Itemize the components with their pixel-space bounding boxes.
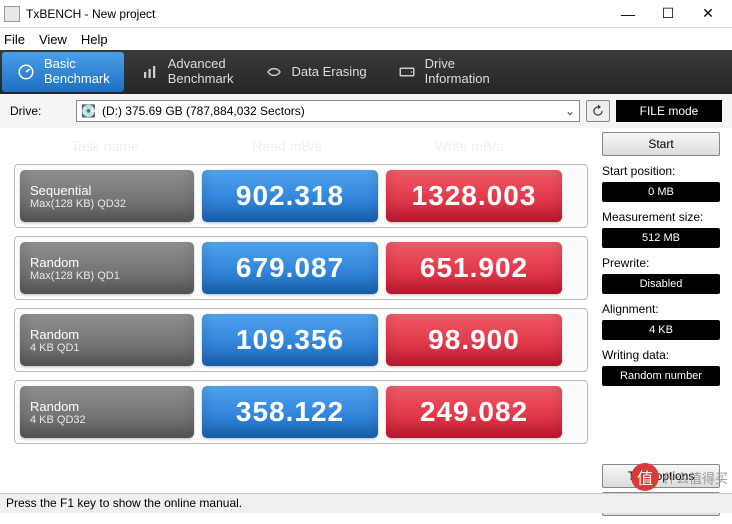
tab-bar: Basic Benchmark Advanced Benchmark Data … (0, 50, 732, 94)
read-value: 358.122 (202, 386, 378, 438)
window-title: TxBENCH - New project (26, 7, 608, 21)
result-row: Random Max(128 KB) QD1 679.087 651.902 (14, 236, 588, 300)
start-button[interactable]: Start (602, 132, 720, 156)
tab-label: Data Erasing (292, 65, 367, 80)
writing-data-value[interactable]: Random number (602, 366, 720, 386)
gauge-icon (16, 62, 36, 82)
chevron-down-icon: ⌄ (565, 104, 575, 118)
task-cell[interactable]: Random 4 KB QD32 (20, 386, 194, 438)
task-name: Random (30, 399, 184, 414)
tab-basic-benchmark[interactable]: Basic Benchmark (2, 52, 124, 92)
measurement-size-label: Measurement size: (602, 210, 720, 224)
drive-label: Drive: (10, 104, 70, 118)
prewrite-value[interactable]: Disabled (602, 274, 720, 294)
menu-file[interactable]: File (4, 32, 25, 47)
title-bar: TxBENCH - New project — ☐ ✕ (0, 0, 732, 28)
drive-small-icon: 💽 (81, 104, 96, 118)
drive-select[interactable]: 💽 (D:) 375.69 GB (787,884,032 Sectors) ⌄ (76, 100, 580, 122)
writing-data-label: Writing data: (602, 348, 720, 362)
close-button[interactable]: ✕ (688, 2, 728, 26)
task-sub: 4 KB QD1 (30, 342, 184, 354)
menu-view[interactable]: View (39, 32, 67, 47)
write-value: 249.082 (386, 386, 562, 438)
task-name: Sequential (30, 183, 184, 198)
tab-label: Drive Information (425, 57, 490, 87)
tab-drive-information[interactable]: Drive Information (383, 52, 504, 92)
result-row: Random 4 KB QD1 109.356 98.900 (14, 308, 588, 372)
side-panel: Start Start position: 0 MB Measurement s… (594, 128, 724, 520)
task-name: Random (30, 327, 184, 342)
tab-label: Advanced Benchmark (168, 57, 234, 87)
toolbar: Drive: 💽 (D:) 375.69 GB (787,884,032 Sec… (0, 94, 732, 128)
refresh-button[interactable] (586, 100, 610, 122)
header-write: Write mB/s (378, 138, 560, 154)
watermark: 值 什么值得买 (631, 463, 728, 491)
write-value: 1328.003 (386, 170, 562, 222)
maximize-button[interactable]: ☐ (648, 2, 688, 26)
drive-value: (D:) 375.69 GB (787,884,032 Sectors) (102, 104, 305, 118)
read-value: 679.087 (202, 242, 378, 294)
read-value: 902.318 (202, 170, 378, 222)
refresh-icon (591, 104, 605, 118)
write-value: 98.900 (386, 314, 562, 366)
header-task: Task name (14, 138, 196, 154)
task-sub: 4 KB QD32 (30, 414, 184, 426)
header-read: Read mB/s (196, 138, 378, 154)
menu-help[interactable]: Help (81, 32, 108, 47)
measurement-size-value[interactable]: 512 MB (602, 228, 720, 248)
file-mode-indicator[interactable]: FILE mode (616, 100, 722, 122)
results-panel: Task name Read mB/s Write mB/s Sequentia… (8, 128, 594, 520)
watermark-icon: 值 (631, 463, 659, 491)
tab-data-erasing[interactable]: Data Erasing (250, 52, 381, 92)
app-icon (4, 6, 20, 22)
tab-label: Basic Benchmark (44, 57, 110, 87)
result-row: Random 4 KB QD32 358.122 249.082 (14, 380, 588, 444)
chart-icon (140, 62, 160, 82)
task-sub: Max(128 KB) QD1 (30, 270, 184, 282)
prewrite-label: Prewrite: (602, 256, 720, 270)
task-cell[interactable]: Random 4 KB QD1 (20, 314, 194, 366)
erase-icon (264, 62, 284, 82)
status-bar: Press the F1 key to show the online manu… (0, 493, 732, 513)
start-position-label: Start position: (602, 164, 720, 178)
result-row: Sequential Max(128 KB) QD32 902.318 1328… (14, 164, 588, 228)
alignment-value[interactable]: 4 KB (602, 320, 720, 340)
menu-bar: File View Help (0, 28, 732, 50)
column-headers: Task name Read mB/s Write mB/s (14, 134, 588, 164)
read-value: 109.356 (202, 314, 378, 366)
alignment-label: Alignment: (602, 302, 720, 316)
task-name: Random (30, 255, 184, 270)
task-cell[interactable]: Sequential Max(128 KB) QD32 (20, 170, 194, 222)
write-value: 651.902 (386, 242, 562, 294)
watermark-text: 什么值得买 (663, 468, 728, 487)
task-sub: Max(128 KB) QD32 (30, 198, 184, 210)
task-cell[interactable]: Random Max(128 KB) QD1 (20, 242, 194, 294)
start-position-value[interactable]: 0 MB (602, 182, 720, 202)
drive-icon (397, 62, 417, 82)
tab-advanced-benchmark[interactable]: Advanced Benchmark (126, 52, 248, 92)
minimize-button[interactable]: — (608, 2, 648, 26)
